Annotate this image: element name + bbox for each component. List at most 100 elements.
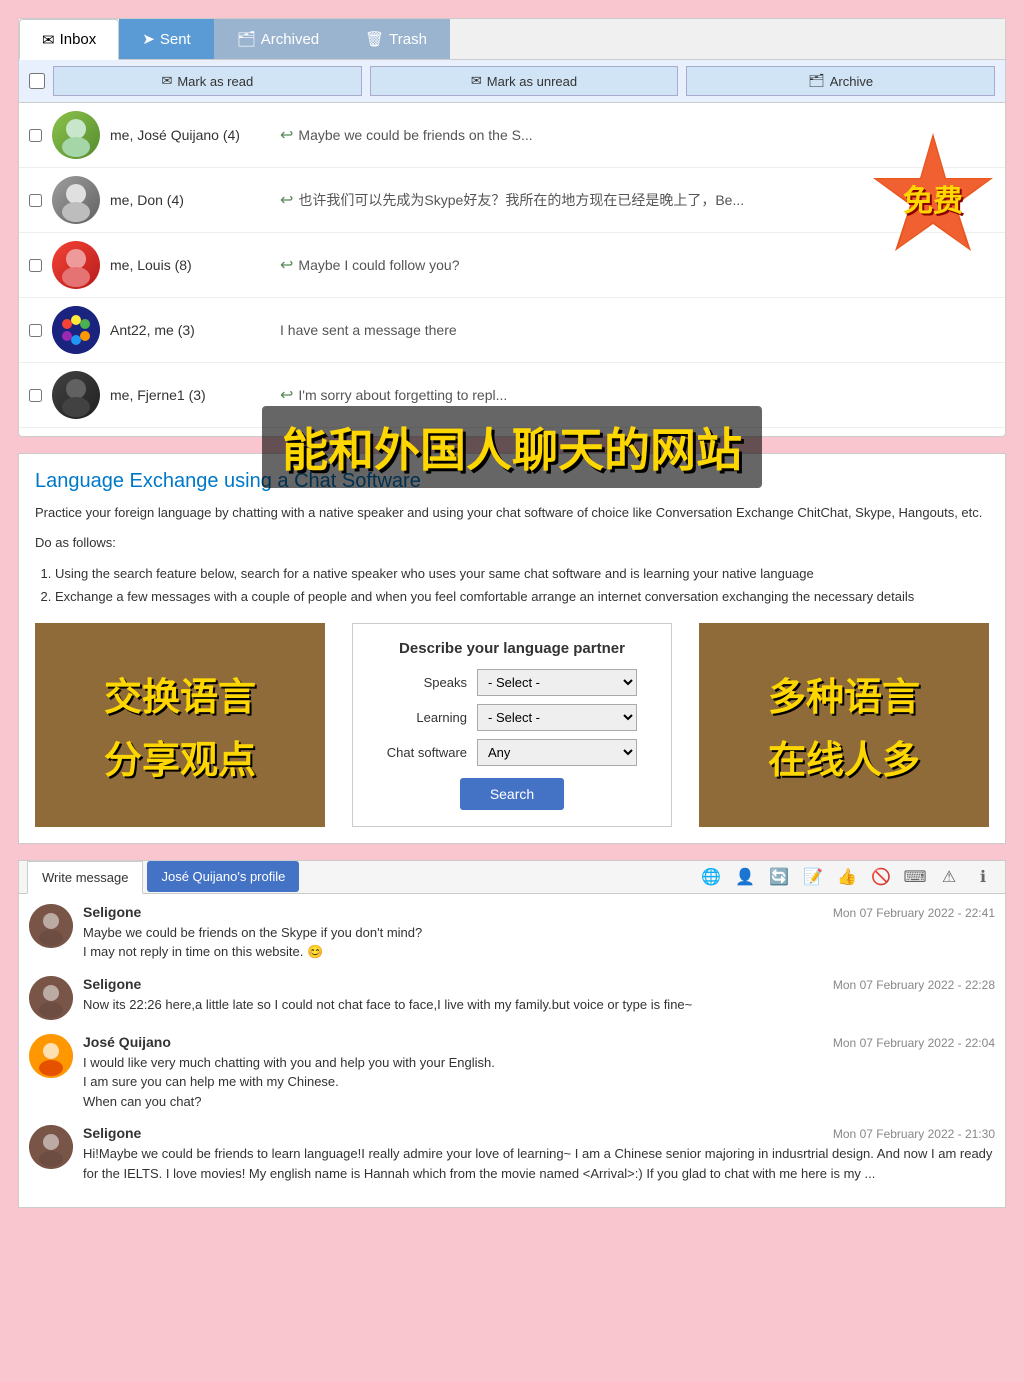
chat-section: Write message José Quijano's profile 🌐 👤… xyxy=(18,860,1006,1209)
learning-select[interactable]: - Select - xyxy=(477,704,637,731)
avatar xyxy=(29,1034,73,1078)
step-2: Exchange a few messages with a couple of… xyxy=(55,585,989,608)
learning-row: Learning - Select - xyxy=(377,704,647,731)
search-button[interactable]: Search xyxy=(460,778,564,810)
message-time: Mon 07 February 2022 - 22:41 xyxy=(833,906,995,920)
email-snippet: ↩ Maybe we could be friends on the S... xyxy=(280,125,533,145)
left-promo-block: 交换语言 分享观点 xyxy=(35,623,325,827)
tab-inbox-label: Inbox xyxy=(60,31,97,48)
email-row[interactable]: me, Fjerne1 (3) ↩ I'm sorry about forget… xyxy=(19,363,1005,428)
mark-read-button[interactable]: ✉ Mark as read xyxy=(53,66,362,96)
chat-message: Seligone Mon 07 February 2022 - 22:28 No… xyxy=(29,976,995,1020)
reply-icon: ↩ xyxy=(280,190,293,210)
email-tabs: ✉ Inbox ➤ Sent 🗂 Archived 🗑 Trash xyxy=(19,19,1005,60)
globe-icon[interactable]: 🌐 xyxy=(697,863,725,891)
email-row[interactable]: me, Louis (8) ↩ Maybe I could follow you… xyxy=(19,233,1005,298)
message-header: Seligone Mon 07 February 2022 - 21:30 xyxy=(83,1125,995,1141)
tab-write-message[interactable]: Write message xyxy=(27,861,143,894)
keyboard-icon[interactable]: ⌨ xyxy=(901,863,929,891)
archive-button[interactable]: 🗂 Archive xyxy=(686,66,995,96)
email-sender: me, Louis (8) xyxy=(110,257,270,273)
message-sender: José Quijano xyxy=(83,1034,171,1050)
archive-icon: 🗂 xyxy=(237,30,256,48)
chat-software-label: Chat software xyxy=(377,745,467,760)
message-body: Seligone Mon 07 February 2022 - 22:28 No… xyxy=(83,976,995,1015)
reply-icon: ↩ xyxy=(280,255,293,275)
chat-software-select[interactable]: Any xyxy=(477,739,637,766)
message-sender: Seligone xyxy=(83,1125,141,1141)
email-sender: me, Don (4) xyxy=(110,192,270,208)
email-snippet: ↩ I'm sorry about forgetting to repl... xyxy=(280,385,507,405)
email-sender: me, José Quijano (4) xyxy=(110,127,270,143)
right-promo-block: 多种语言 在线人多 xyxy=(699,623,989,827)
email-checkbox[interactable] xyxy=(29,129,42,142)
do-as-follows: Do as follows: xyxy=(35,533,989,553)
message-header: José Quijano Mon 07 February 2022 - 22:0… xyxy=(83,1034,995,1050)
block-icon[interactable]: 🚫 xyxy=(867,863,895,891)
steps-list: Using the search feature below, search f… xyxy=(35,562,989,609)
trash-icon: 🗑 xyxy=(365,30,384,48)
email-row[interactable]: me, José Quijano (4) ↩ Maybe we could be… xyxy=(19,103,1005,168)
message-text: Maybe we could be friends on the Skype i… xyxy=(83,923,995,962)
warning-icon[interactable]: ⚠ xyxy=(935,863,963,891)
tab-profile[interactable]: José Quijano's profile xyxy=(147,861,299,892)
tab-sent[interactable]: ➤ Sent xyxy=(119,19,213,59)
email-row[interactable]: Ant22, me (3) I have sent a message ther… xyxy=(19,298,1005,363)
avatar xyxy=(52,176,100,224)
email-snippet: I have sent a message there xyxy=(280,322,457,338)
left-promo-text-1: 交换语言 xyxy=(104,666,256,721)
email-checkbox[interactable] xyxy=(29,389,42,402)
avatar xyxy=(29,1125,73,1169)
tab-sent-label: Sent xyxy=(160,31,191,48)
tab-trash[interactable]: 🗑 Trash xyxy=(342,19,450,59)
avatar xyxy=(29,976,73,1020)
email-checkbox[interactable] xyxy=(29,259,42,272)
right-promo-text-1: 多种语言 xyxy=(768,666,920,721)
chat-message: José Quijano Mon 07 February 2022 - 22:0… xyxy=(29,1034,995,1112)
tab-inbox[interactable]: ✉ Inbox xyxy=(19,19,119,60)
avatar xyxy=(52,241,100,289)
learning-label: Learning xyxy=(377,710,467,725)
form-title: Describe your language partner xyxy=(377,640,647,657)
avatar xyxy=(29,904,73,948)
chat-message: Seligone Mon 07 February 2022 - 21:30 Hi… xyxy=(29,1125,995,1183)
message-text: I would like very much chatting with you… xyxy=(83,1053,995,1112)
reply-icon: ↩ xyxy=(280,385,293,405)
email-checkbox[interactable] xyxy=(29,324,42,337)
read-icon: ✉ xyxy=(161,73,172,89)
email-row[interactable]: me, Don (4) ↩ 也许我们可以先成为Skype好友？我所在的地方现在已… xyxy=(19,168,1005,233)
language-desc: Practice your foreign language by chatti… xyxy=(35,503,989,523)
email-sender: Ant22, me (3) xyxy=(110,322,270,338)
language-section: Language Exchange using a Chat Software … xyxy=(18,453,1006,844)
user-icon[interactable]: 👤 xyxy=(731,863,759,891)
chat-software-row: Chat software Any xyxy=(377,739,647,766)
email-snippet: ↩ 也许我们可以先成为Skype好友？我所在的地方现在已经是晚上了，Be... xyxy=(280,190,744,210)
select-all-checkbox[interactable] xyxy=(29,73,45,89)
email-section: ✉ Inbox ➤ Sent 🗂 Archived 🗑 Trash ✉ Mark… xyxy=(18,18,1006,437)
message-sender: Seligone xyxy=(83,976,141,992)
email-snippet: ↩ Maybe I could follow you? xyxy=(280,255,460,275)
sent-icon: ➤ xyxy=(142,30,155,48)
thumbsup-icon[interactable]: 👍 xyxy=(833,863,861,891)
email-checkbox[interactable] xyxy=(29,194,42,207)
message-body: Seligone Mon 07 February 2022 - 21:30 Hi… xyxy=(83,1125,995,1183)
email-sender: me, Fjerne1 (3) xyxy=(110,387,270,403)
message-body: José Quijano Mon 07 February 2022 - 22:0… xyxy=(83,1034,995,1112)
speaks-select[interactable]: - Select - xyxy=(477,669,637,696)
message-time: Mon 07 February 2022 - 22:28 xyxy=(833,978,995,992)
unread-icon: ✉ xyxy=(471,73,482,89)
message-text: Now its 22:26 here,a little late so I co… xyxy=(83,995,995,1015)
edit-icon[interactable]: 📝 xyxy=(799,863,827,891)
tab-trash-label: Trash xyxy=(389,31,427,48)
chat-message: Seligone Mon 07 February 2022 - 22:41 Ma… xyxy=(29,904,995,962)
info-icon[interactable]: ℹ xyxy=(969,863,997,891)
mark-unread-button[interactable]: ✉ Mark as unread xyxy=(370,66,679,96)
chat-tabs: Write message José Quijano's profile 🌐 👤… xyxy=(19,861,1005,894)
step-1: Using the search feature below, search f… xyxy=(55,562,989,585)
avatar xyxy=(52,111,100,159)
language-section-title: Language Exchange using a Chat Software xyxy=(35,470,989,493)
refresh-icon[interactable]: 🔄 xyxy=(765,863,793,891)
tab-archived[interactable]: 🗂 Archived xyxy=(214,19,342,59)
message-time: Mon 07 February 2022 - 22:04 xyxy=(833,1036,995,1050)
message-body: Seligone Mon 07 February 2022 - 22:41 Ma… xyxy=(83,904,995,962)
